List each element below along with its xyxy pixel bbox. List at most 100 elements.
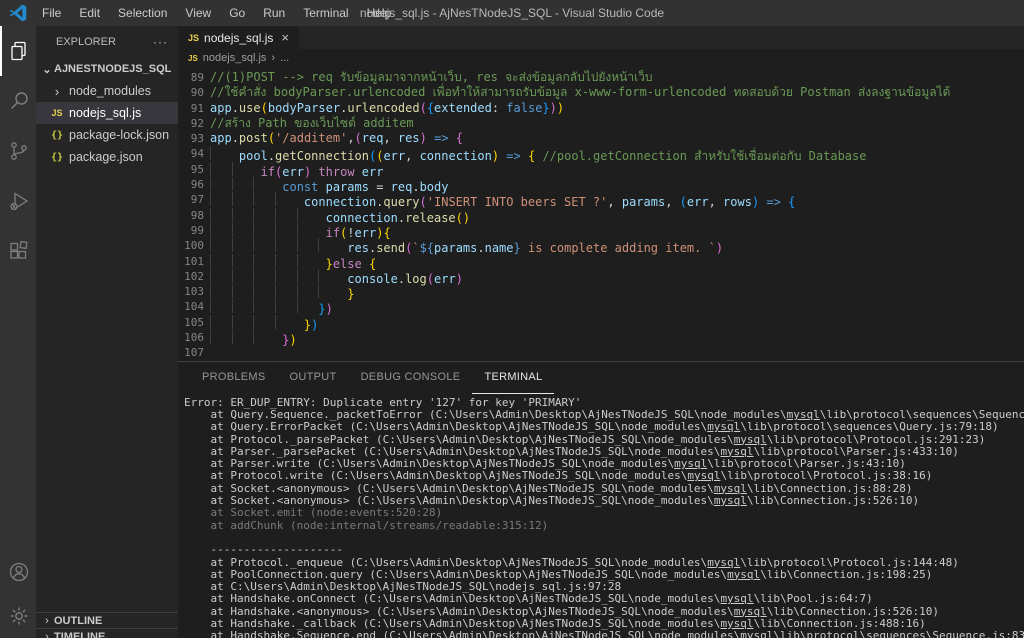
menu-file[interactable]: File — [33, 0, 70, 26]
line-number[interactable]: 92 — [178, 116, 204, 131]
code-line[interactable]: 94 pool.getConnection((err, connection) … — [178, 146, 1024, 161]
indent-guide — [253, 177, 275, 191]
source-control-icon[interactable] — [0, 126, 36, 176]
menu-help[interactable]: Help — [358, 0, 401, 26]
line-number[interactable]: 98 — [178, 208, 204, 223]
line-number[interactable]: 104 — [178, 299, 204, 314]
line-number[interactable]: 106 — [178, 330, 204, 345]
sidebar-item-nodejs-sql-js[interactable]: JSnodejs_sql.js — [36, 102, 178, 124]
activity-bar — [0, 26, 36, 638]
terminal-link[interactable]: mysql — [687, 469, 720, 482]
code-line[interactable]: 90 //ใช้คำสั่ง bodyParser.urlencoded เพื่… — [178, 85, 1024, 100]
explorer-root-folder[interactable]: ⌄ AJNESTNODEJS_SQL — [36, 58, 178, 80]
sidebar-item-node-modules[interactable]: ›node_modules — [36, 80, 178, 102]
indent-guide — [275, 254, 297, 268]
line-number[interactable]: 102 — [178, 269, 204, 284]
code-line[interactable]: 98 connection.release() — [178, 208, 1024, 223]
line-number[interactable]: 89 — [178, 70, 204, 85]
run-and-debug-icon[interactable] — [0, 176, 36, 226]
terminal-link[interactable]: mysql — [734, 433, 767, 446]
json-file-icon: {} — [49, 152, 65, 163]
terminal-link[interactable]: mysql — [720, 592, 753, 605]
terminal-link[interactable]: mysql — [740, 629, 773, 638]
workbench: EXPLORER ··· ⌄ AJNESTNODEJS_SQL ›node_mo… — [0, 26, 1024, 638]
activity-bar-top — [0, 26, 36, 276]
tab-nodejs-sql-js[interactable]: JS nodejs_sql.js × — [178, 26, 299, 49]
line-number[interactable]: 91 — [178, 101, 204, 116]
line-number[interactable]: 105 — [178, 315, 204, 330]
sidebar-item-package-lock-json[interactable]: {}package-lock.json — [36, 124, 178, 146]
code-line[interactable]: 106 }) — [178, 330, 1024, 345]
code-line[interactable]: 89//(1)POST --> req รับข้อมูลมาจากหน้าเว… — [178, 70, 1024, 85]
menu-run[interactable]: Run — [254, 0, 294, 26]
code-line[interactable]: 100 res.send(`${params.name} is complete… — [178, 238, 1024, 253]
code-line[interactable]: 104}) — [178, 299, 1024, 314]
menu-go[interactable]: Go — [220, 0, 254, 26]
code-line[interactable]: 96 const params = req.body — [178, 177, 1024, 192]
terminal-link[interactable]: mysql — [714, 482, 747, 495]
terminal-link[interactable]: mysql — [720, 617, 753, 630]
file-list: ›node_modulesJSnodejs_sql.js{}package-lo… — [36, 80, 178, 168]
code-line[interactable]: 97 connection.query('INSERT INTO beers S… — [178, 192, 1024, 207]
terminal-link[interactable]: mysql — [787, 408, 820, 421]
code-line[interactable]: 105 }) — [178, 315, 1024, 330]
section-timeline[interactable]: ›TIMELINE — [36, 628, 178, 638]
line-number[interactable]: 101 — [178, 254, 204, 269]
line-number[interactable]: 100 — [178, 238, 204, 253]
account-icon[interactable] — [0, 550, 36, 594]
code-editor[interactable]: 89//(1)POST --> req รับข้อมูลมาจากหน้าเว… — [178, 67, 1024, 361]
line-number[interactable]: 94 — [178, 146, 204, 161]
code-line[interactable]: 101 }else { — [178, 254, 1024, 269]
terminal-link[interactable]: mysql — [714, 494, 747, 507]
terminal-line: at Query.ErrorPacket (C:\Users\Admin\Des… — [184, 421, 1024, 433]
code-text: connection.release() — [210, 208, 470, 223]
line-number[interactable]: 95 — [178, 162, 204, 177]
breadcrumb-symbol-more[interactable]: ... — [280, 52, 289, 64]
settings-icon[interactable] — [0, 594, 36, 638]
line-number[interactable]: 107 — [178, 345, 204, 360]
panel-tab-output[interactable]: OUTPUT — [278, 362, 349, 394]
indent-guide — [232, 177, 254, 191]
code-line[interactable]: 103 } — [178, 284, 1024, 299]
sidebar-item-package-json[interactable]: {}package.json — [36, 146, 178, 168]
code-line[interactable]: 99 if(!err){ — [178, 223, 1024, 238]
terminal-link[interactable]: mysql — [674, 457, 707, 470]
line-number[interactable]: 93 — [178, 131, 204, 146]
code-text: console.log(err) — [210, 269, 463, 284]
menu-selection[interactable]: Selection — [109, 0, 176, 26]
breadcrumb-file[interactable]: nodejs_sql.js — [203, 52, 267, 64]
code-text: //ใช้คำสั่ง bodyParser.urlencoded เพื่อท… — [210, 85, 950, 100]
section-outline[interactable]: ›OUTLINE — [36, 612, 178, 628]
terminal-output[interactable]: Error: ER_DUP_ENTRY: Duplicate entry '12… — [178, 394, 1024, 638]
line-number[interactable]: 103 — [178, 284, 204, 299]
terminal-link[interactable]: mysql — [707, 556, 740, 569]
indent-guide — [297, 238, 319, 252]
menu-view[interactable]: View — [176, 0, 220, 26]
line-number[interactable]: 96 — [178, 177, 204, 192]
menu-edit[interactable]: Edit — [70, 0, 109, 26]
panel-tab-terminal[interactable]: TERMINAL — [472, 362, 554, 394]
line-number[interactable]: 97 — [178, 192, 204, 207]
code-line[interactable]: 92//สร้าง Path ของเว็บไซต์ additem — [178, 116, 1024, 131]
code-text: const params = req.body — [210, 177, 448, 192]
close-icon[interactable]: × — [281, 30, 289, 45]
search-icon[interactable] — [0, 76, 36, 126]
terminal-link[interactable]: mysql — [707, 420, 740, 433]
terminal-link[interactable]: mysql — [727, 568, 760, 581]
panel-tab-problems[interactable]: PROBLEMS — [190, 362, 278, 394]
code-line[interactable]: 91app.use(bodyParser.urlencoded({extende… — [178, 101, 1024, 116]
terminal-link[interactable]: mysql — [720, 445, 753, 458]
menu-terminal[interactable]: Terminal — [294, 0, 357, 26]
code-line[interactable]: 102 console.log(err) — [178, 269, 1024, 284]
more-actions-icon[interactable]: ··· — [153, 35, 168, 49]
extensions-icon[interactable] — [0, 226, 36, 276]
line-number[interactable]: 99 — [178, 223, 204, 238]
panel-tab-debug-console[interactable]: DEBUG CONSOLE — [349, 362, 473, 394]
code-line[interactable]: 107 — [178, 345, 1024, 360]
vscode-logo-icon[interactable] — [9, 4, 27, 22]
line-number[interactable]: 90 — [178, 85, 204, 100]
code-line[interactable]: 95 if(err) throw err — [178, 162, 1024, 177]
explorer-icon[interactable] — [0, 26, 36, 76]
code-line[interactable]: 93app.post('/additem',(req, res) => { — [178, 131, 1024, 146]
terminal-link[interactable]: mysql — [734, 605, 767, 618]
